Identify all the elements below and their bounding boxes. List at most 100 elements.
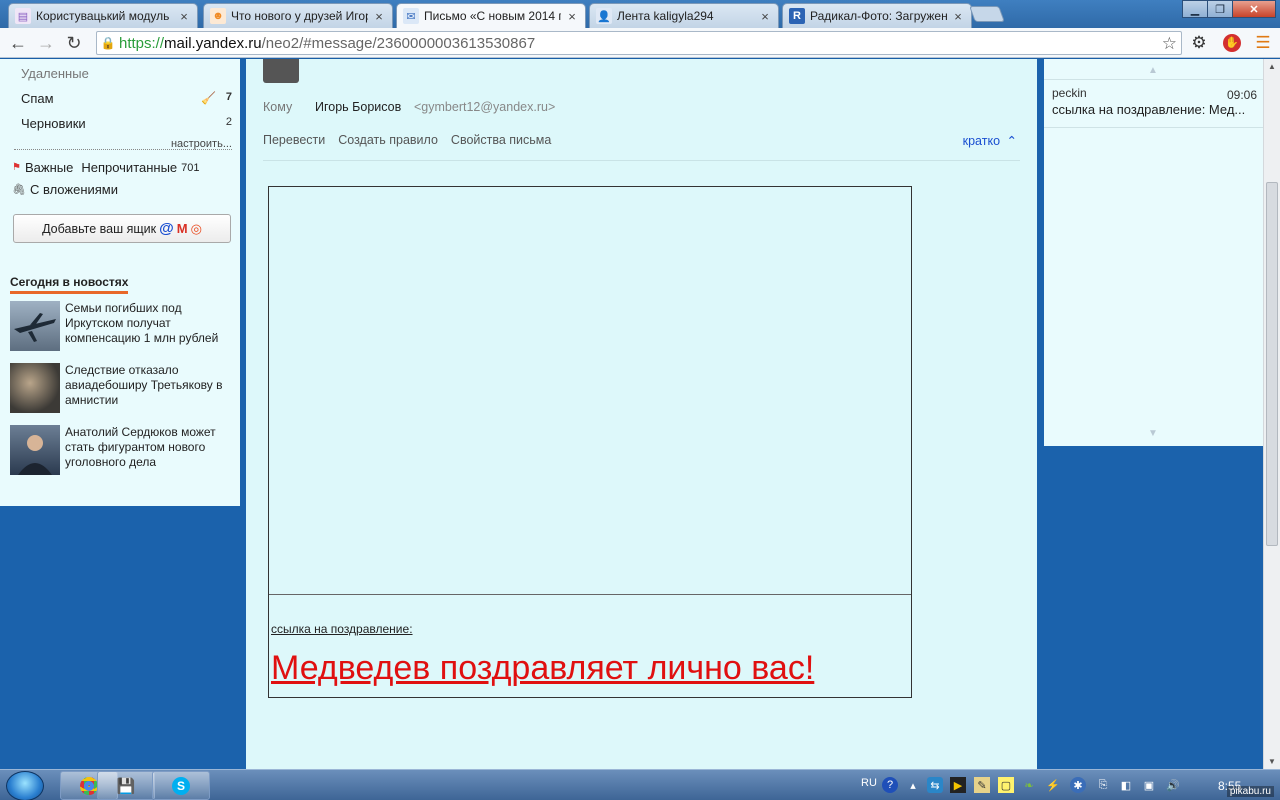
message-body-table: ссылка на поздравление: Медведев поздрав… — [268, 186, 912, 698]
gear-icon[interactable]: ⚙ — [1187, 31, 1211, 55]
settings-row: настроить... — [14, 136, 232, 150]
back-arrow-icon[interactable]: ← — [4, 29, 32, 57]
tab-radikal[interactable]: R Радикал-Фото: Загружен × — [782, 3, 972, 28]
thread-panel: ▲ peckin 09:06 ссылка на поздравление: М… — [1044, 59, 1263, 446]
thread-divider — [1044, 127, 1263, 128]
recipient-name[interactable]: Игорь Борисов — [315, 100, 401, 114]
to-label: Кому — [263, 100, 293, 114]
header-divider — [263, 160, 1020, 161]
reload-icon[interactable]: ↻ — [60, 29, 88, 57]
floppy-icon: 💾 — [116, 777, 136, 795]
news-thumbnail-portrait — [10, 425, 60, 475]
news-item[interactable]: Семьи погибших под Иркутском получат ком… — [10, 301, 235, 351]
chevron-up-icon: ⌃ — [1006, 134, 1017, 148]
odnoklassniki-icon: ☻ — [210, 8, 226, 24]
connection-icon[interactable]: ⎘ — [1095, 777, 1111, 793]
forward-arrow-icon[interactable]: → — [32, 29, 60, 57]
watermark: pikabu.ru — [1226, 786, 1274, 797]
tab-lenta[interactable]: 👤 Лента kaligyla294 × — [589, 3, 779, 28]
scroll-down-icon[interactable]: ▼ — [1268, 757, 1276, 766]
tab-title: Користувацький модуль — [36, 9, 170, 23]
start-button[interactable] — [6, 771, 44, 800]
chrome-icon — [80, 776, 98, 795]
close-icon[interactable]: × — [372, 9, 386, 24]
address-bar[interactable]: 🔒 https://mail.yandex.ru/neo2/#message/2… — [96, 31, 1182, 55]
filter-row: ⚑ Важные Непрочитанные 701 — [12, 160, 200, 175]
filter-attachments[interactable]: С вложениями — [30, 182, 118, 197]
sender-avatar — [263, 59, 299, 83]
browser-tab-strip: ▤ Користувацький модуль × ☻ Что нового у… — [0, 0, 1280, 28]
close-icon[interactable]: × — [951, 9, 965, 24]
close-icon[interactable]: × — [177, 9, 191, 24]
broom-icon[interactable]: 🧹 — [201, 91, 216, 105]
close-window-button[interactable]: ✕ — [1232, 0, 1276, 18]
scrollbar-thumb[interactable] — [1266, 182, 1278, 546]
device-icon[interactable]: ◧ — [1118, 777, 1134, 793]
message-properties-link[interactable]: Свойства письма — [451, 133, 551, 147]
bookmark-star-icon[interactable]: ☆ — [1162, 34, 1177, 54]
filter-unread[interactable]: Непрочитанные — [81, 160, 177, 175]
folder-count: 7 — [225, 91, 232, 103]
folder-label: Черновики — [21, 116, 86, 131]
flag-icon: ⚑ — [12, 162, 21, 173]
news-item[interactable]: Следствие отказало авиадебоширу Третьяко… — [10, 363, 235, 413]
news-thumbnail-person — [10, 363, 60, 413]
url-host: mail.yandex.ru — [164, 34, 262, 52]
tab-user-module[interactable]: ▤ Користувацький модуль × — [8, 3, 198, 28]
language-indicator[interactable]: RU — [861, 777, 877, 789]
close-icon[interactable]: × — [758, 9, 772, 24]
thread-item[interactable]: peckin 09:06 ссылка на поздравление: Мед… — [1052, 86, 1257, 117]
close-icon[interactable]: × — [565, 9, 579, 24]
media-icon[interactable]: ▶ — [950, 777, 966, 793]
maximize-button[interactable]: ❐ — [1207, 0, 1233, 18]
create-rule-link[interactable]: Создать правило — [338, 133, 438, 147]
congrats-caption-link[interactable]: ссылка на поздравление: — [271, 622, 413, 636]
teamviewer-icon[interactable]: ⇆ — [927, 777, 943, 793]
notes-icon[interactable]: ▢ — [998, 777, 1014, 793]
congrats-link[interactable]: Медведев поздравляет лично вас! — [271, 649, 814, 688]
network-icon[interactable]: ⚡ — [1045, 777, 1061, 793]
minimize-button[interactable]: ▁ — [1182, 0, 1208, 18]
save-taskbar-button[interactable]: 💾 — [97, 771, 155, 800]
unread-count: 701 — [181, 161, 200, 174]
folder-drafts[interactable]: Черновики 2 — [21, 116, 232, 131]
gmail-icon: M — [176, 221, 188, 236]
folder-deleted[interactable]: Удаленные — [21, 66, 89, 81]
scroll-up-arrow-icon[interactable]: ▲ — [1148, 65, 1158, 76]
tab-yandex-mail[interactable]: ✉ Письмо «С новым 2014 г × — [396, 3, 586, 28]
help-icon[interactable]: ? — [882, 777, 898, 793]
window-controls: ▁ ❐ ✕ — [1182, 0, 1276, 18]
volume-icon[interactable]: 🔊 — [1165, 777, 1181, 793]
paperclip-icon: 🖇 — [12, 184, 26, 196]
scroll-up-icon[interactable]: ▲ — [1268, 62, 1276, 71]
menu-icon[interactable]: ☰ — [1251, 31, 1275, 55]
news-text: Анатолий Сердюков может стать фигурантом… — [65, 425, 216, 469]
utility-icon[interactable]: ✎ — [974, 777, 990, 793]
brief-label: кратко — [962, 134, 1001, 148]
leaf-icon[interactable]: ❧ — [1021, 777, 1037, 793]
adblock-icon[interactable]: ✋ — [1220, 31, 1244, 55]
thread-time: 09:06 — [1226, 88, 1257, 102]
add-mailbox-button[interactable]: Добавьте ваш ящик @ M ◎ — [13, 214, 231, 243]
brief-toggle[interactable]: кратко ⌃ — [963, 133, 1017, 148]
windows-taskbar: 💾 S RU ? ▴ ⇆ ▶ ✎ ▢ ❧ ⚡ ✱ ⎘ ◧ ▣ 🔊 8:55 pi… — [0, 769, 1280, 800]
doc-icon: ▤ — [15, 8, 31, 24]
folders-settings-link[interactable]: настроить... — [171, 138, 232, 150]
tab-title: Радикал-Фото: Загружен — [810, 9, 947, 23]
bluetooth-icon[interactable]: ✱ — [1070, 777, 1086, 793]
folder-label: Удаленные — [21, 66, 89, 81]
news-heading: Сегодня в новостях — [10, 275, 129, 294]
display-icon[interactable]: ▣ — [1141, 777, 1157, 793]
skype-taskbar-button[interactable]: S — [152, 771, 210, 800]
new-tab-button[interactable] — [969, 6, 1005, 22]
url-scheme: https:// — [119, 34, 165, 52]
scroll-down-arrow-icon[interactable]: ▼ — [1148, 428, 1158, 439]
news-item[interactable]: Анатолий Сердюков может стать фигурантом… — [10, 425, 235, 475]
page-scrollbar[interactable]: ▲ ▼ — [1263, 59, 1280, 769]
tab-odnoklassniki[interactable]: ☻ Что нового у друзей Игор × — [203, 3, 393, 28]
folder-spam[interactable]: Спам 🧹 7 — [21, 91, 232, 106]
user-icon: 👤 — [596, 8, 612, 24]
filter-important[interactable]: Важные — [25, 160, 73, 175]
translate-link[interactable]: Перевести — [263, 133, 325, 147]
show-hidden-icon[interactable]: ▴ — [905, 777, 921, 793]
